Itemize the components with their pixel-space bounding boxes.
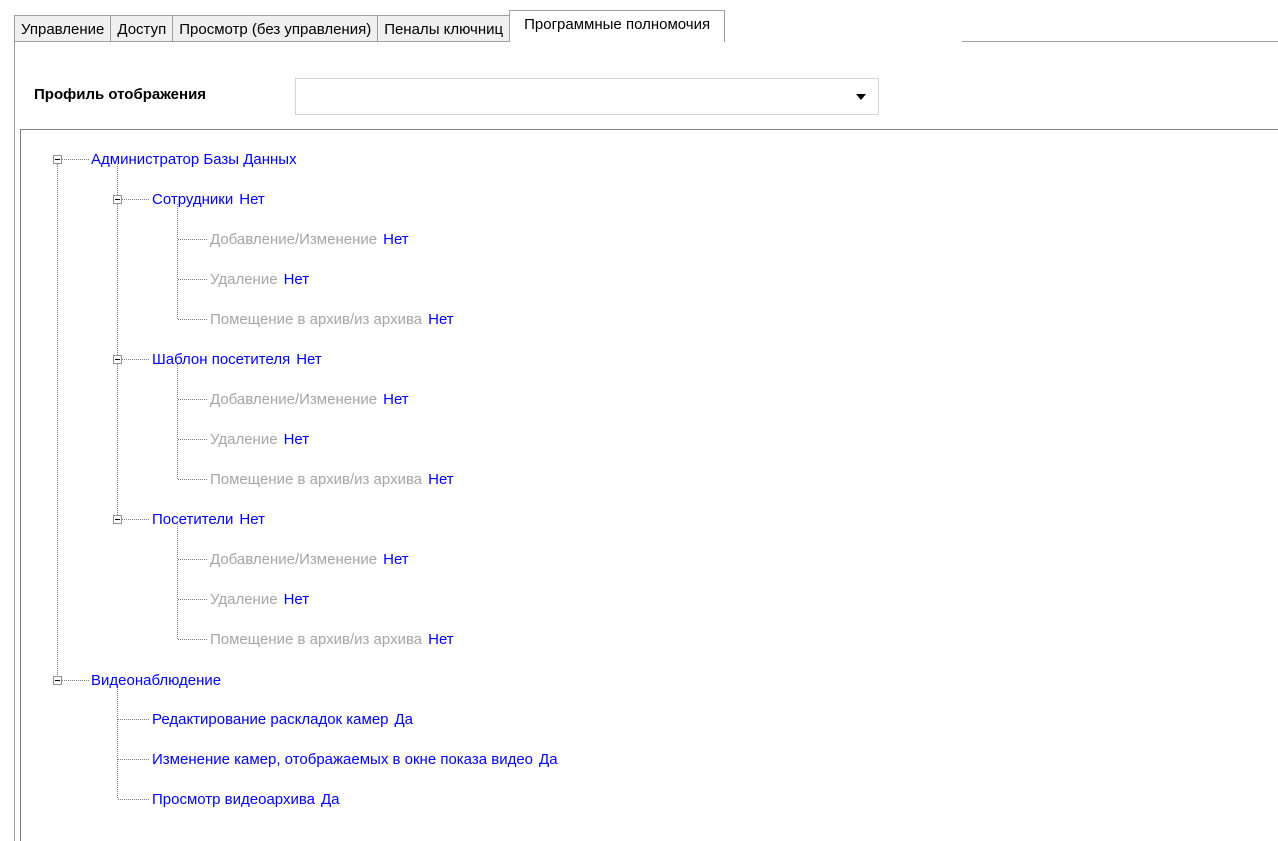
tree-node-label: Видеонаблюдение bbox=[91, 672, 222, 689]
tab-access[interactable]: Доступ bbox=[110, 15, 174, 42]
permissions-tree[interactable] bbox=[20, 129, 1278, 841]
collapse-icon[interactable] bbox=[53, 676, 62, 685]
tree-node-label: Добавление/Изменение bbox=[210, 391, 378, 408]
tree-node-label: Посетители bbox=[152, 511, 234, 528]
tree-node-permission[interactable]: Просмотр видеоархива Да bbox=[152, 790, 340, 810]
tree-node-permission[interactable]: Редактирование раскладок камер Да bbox=[152, 710, 413, 730]
tree-node-label: Удаление bbox=[210, 271, 278, 288]
tab-baseline bbox=[962, 41, 1278, 42]
permission-value[interactable]: Нет bbox=[383, 551, 409, 568]
tree-node-label: Добавление/Изменение bbox=[210, 551, 378, 568]
tree-node-video[interactable]: Видеонаблюдение bbox=[91, 671, 221, 691]
tree-node-visitor-template[interactable]: Шаблон посетителя Нет bbox=[152, 350, 322, 370]
profile-dropdown[interactable] bbox=[295, 78, 879, 115]
tree-node-label: Добавление/Изменение bbox=[210, 231, 378, 248]
collapse-icon[interactable] bbox=[113, 195, 122, 204]
permission-value[interactable]: Нет bbox=[284, 271, 310, 288]
permission-value[interactable]: Нет bbox=[296, 351, 322, 368]
permission-value[interactable]: Нет bbox=[239, 191, 265, 208]
permission-value[interactable]: Да bbox=[539, 751, 558, 768]
tree-node-label: Администратор Базы Данных bbox=[91, 151, 297, 168]
tree-node-label: Помещение в архив/из архива bbox=[210, 311, 423, 328]
tree-node-permission[interactable]: Помещение в архив/из архива Нет bbox=[210, 630, 454, 650]
tree-node-permission[interactable]: Удаление Нет bbox=[210, 270, 309, 290]
chevron-down-icon[interactable] bbox=[856, 94, 866, 100]
tree-node-label: Просмотр видеоархива bbox=[152, 791, 315, 808]
permission-value[interactable]: Нет bbox=[239, 511, 265, 528]
permission-value[interactable]: Нет bbox=[284, 431, 310, 448]
permission-value[interactable]: Нет bbox=[428, 471, 454, 488]
tree-node-label: Удаление bbox=[210, 431, 278, 448]
permission-value[interactable]: Нет bbox=[428, 631, 454, 648]
tab-key-cabinets[interactable]: Пеналы ключниц bbox=[377, 15, 511, 42]
tree-node-permission[interactable]: Удаление Нет bbox=[210, 430, 309, 450]
tree-node-permission[interactable]: Изменение камер, отображаемых в окне пок… bbox=[152, 750, 558, 770]
permission-value[interactable]: Нет bbox=[284, 591, 310, 608]
permission-value[interactable]: Да bbox=[395, 711, 414, 728]
tree-node-label: Изменение камер, отображаемых в окне пок… bbox=[152, 751, 534, 768]
tab-software-permissions[interactable]: Программные полномочия bbox=[509, 10, 726, 42]
tree-node-permission[interactable]: Добавление/Изменение Нет bbox=[210, 390, 409, 410]
collapse-icon[interactable] bbox=[53, 155, 62, 164]
tree-node-permission[interactable]: Помещение в архив/из архива Нет bbox=[210, 470, 454, 490]
tab-control[interactable]: Управление bbox=[14, 15, 112, 42]
tree-node-label: Шаблон посетителя bbox=[152, 351, 291, 368]
tree-node-label: Редактирование раскладок камер bbox=[152, 711, 389, 728]
panel-border bbox=[14, 41, 15, 841]
tab-strip: Управление Доступ Просмотр (без управлен… bbox=[14, 10, 726, 42]
collapse-icon[interactable] bbox=[113, 515, 122, 524]
tree-node-label: Сотрудники bbox=[152, 191, 234, 208]
permission-value[interactable]: Нет bbox=[428, 311, 454, 328]
tree-node-permission[interactable]: Добавление/Изменение Нет bbox=[210, 230, 409, 250]
tree-node-label: Помещение в архив/из архива bbox=[210, 631, 423, 648]
permission-value[interactable]: Нет bbox=[383, 391, 409, 408]
tree-node-permission[interactable]: Добавление/Изменение Нет bbox=[210, 550, 409, 570]
tree-node-label: Помещение в архив/из архива bbox=[210, 471, 423, 488]
permission-value[interactable]: Нет bbox=[383, 231, 409, 248]
tree-node-employees[interactable]: Сотрудники Нет bbox=[152, 190, 265, 210]
collapse-icon[interactable] bbox=[113, 355, 122, 364]
tree-node-visitors[interactable]: Посетители Нет bbox=[152, 510, 265, 530]
tree-node-label: Удаление bbox=[210, 591, 278, 608]
tree-node-permission[interactable]: Помещение в архив/из архива Нет bbox=[210, 310, 454, 330]
tree-node-db-admin[interactable]: Администратор Базы Данных bbox=[91, 150, 297, 170]
permission-value[interactable]: Да bbox=[321, 791, 340, 808]
profile-label: Профиль отображения bbox=[34, 86, 207, 103]
tab-view-only[interactable]: Просмотр (без управления) bbox=[172, 15, 379, 42]
tree-node-permission[interactable]: Удаление Нет bbox=[210, 590, 309, 610]
